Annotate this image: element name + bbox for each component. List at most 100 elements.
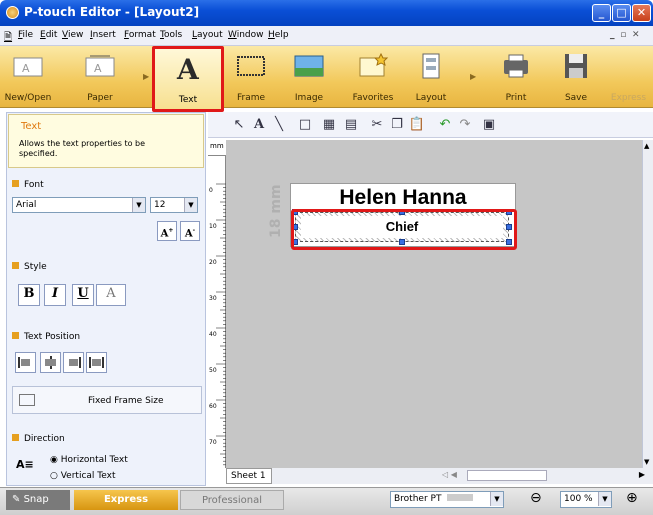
layout-label: Layout <box>415 93 447 103</box>
font-name-select[interactable]: Arial ▼ <box>12 197 146 213</box>
print-label: Print <box>505 93 527 103</box>
svg-text:A: A <box>176 53 200 85</box>
text-button-highlight[interactable]: A Text <box>152 46 224 112</box>
layout-icon <box>422 53 440 79</box>
align-right-icon[interactable] <box>63 352 84 373</box>
menu-format[interactable]: Format <box>124 30 156 40</box>
ruler-tick-label: 20 <box>209 259 217 266</box>
font-size-select[interactable]: 12 ▼ <box>150 197 198 213</box>
new-open-label: New/Open <box>4 93 52 103</box>
menu-view[interactable]: View <box>62 30 83 40</box>
redo-icon[interactable]: ↷ <box>456 116 474 134</box>
print-button[interactable]: Print <box>494 46 538 108</box>
menu-bar: 🗎 File Edit View Insert Format Tools Lay… <box>0 26 653 46</box>
new-open-button[interactable]: A New/Open <box>0 46 56 108</box>
professional-tab[interactable]: Professional <box>180 490 284 510</box>
underline-button[interactable]: U <box>72 284 94 306</box>
direction-icon: A≡ <box>16 458 34 471</box>
menu-window[interactable]: Window <box>228 30 264 40</box>
save-icon <box>565 54 587 78</box>
ruler-tick-label: 10 <box>209 223 217 230</box>
favorites-button[interactable]: Favorites <box>344 46 402 108</box>
horizontal-scrollbar[interactable]: ◁ ◀ ▶ <box>272 468 653 484</box>
paper-button[interactable]: A Paper <box>70 46 130 108</box>
maximize-button[interactable]: □ <box>612 4 631 22</box>
rectangle-tool-icon[interactable]: □ <box>296 116 314 134</box>
zoom-in-icon[interactable]: ⊕ <box>626 490 638 506</box>
text-tool-icon[interactable]: A <box>250 116 268 134</box>
scroll-right-icon[interactable]: ▶ <box>639 470 645 479</box>
sheet-tab[interactable]: Sheet 1 <box>226 468 272 484</box>
italic-button[interactable]: I <box>44 284 66 306</box>
print-icon <box>504 54 528 78</box>
mdi-controls[interactable]: _ ▫ ✕ <box>610 30 640 40</box>
arrow-icon: ▶ <box>143 72 150 81</box>
undo-icon[interactable]: ↶ <box>436 116 454 134</box>
vertical-ruler: 01020304050607080 <box>208 156 226 468</box>
printer-select[interactable]: Brother PT ▼ <box>390 491 504 508</box>
bold-button[interactable]: B <box>18 284 40 306</box>
new-open-icon: A <box>13 57 43 77</box>
ruler-tick-label: 40 <box>209 331 217 338</box>
text-label: Text <box>178 95 198 105</box>
layout-button[interactable]: Layout <box>408 46 454 108</box>
panel-header: Text Allows the text properties to be sp… <box>8 114 204 168</box>
ruler-tick-label: 0 <box>209 187 213 194</box>
express-tab[interactable]: Express <box>74 490 178 510</box>
menu-help[interactable]: Help <box>268 30 289 40</box>
menu-file[interactable]: File <box>18 30 33 40</box>
horizontal-radio[interactable]: ◉ Horizontal Text <box>50 455 128 465</box>
zoom-out-icon[interactable]: ⊖ <box>530 490 542 506</box>
frame-label: Frame <box>236 93 266 103</box>
app-icon <box>6 6 19 19</box>
arrange-icon[interactable]: ▤ <box>342 116 360 134</box>
scroll-down-icon[interactable]: ▼ <box>644 458 649 466</box>
cut-icon[interactable]: ✂ <box>368 116 386 134</box>
paste-icon[interactable]: 📋 <box>408 116 426 134</box>
snap-button[interactable]: ✎ Snap <box>6 490 70 510</box>
font-section-label: Font <box>12 180 44 190</box>
align-justify-icon[interactable] <box>86 352 107 373</box>
fixed-frame-size-button[interactable]: Fixed Frame Size <box>12 386 202 414</box>
select-arrow-icon[interactable]: ↖ <box>230 116 248 134</box>
arrow-icon: ▶ <box>470 72 477 81</box>
style-section-label: Style <box>12 262 47 272</box>
selection-highlight <box>291 209 517 250</box>
image-button[interactable]: Image <box>284 46 334 108</box>
express-mode-button[interactable]: Express <box>604 46 653 108</box>
copy-icon[interactable]: ❐ <box>388 116 406 134</box>
grow-font-button[interactable]: A+ <box>157 221 177 241</box>
save-button[interactable]: Save <box>554 46 598 108</box>
ruler-tick-label: 50 <box>209 367 217 374</box>
menu-insert[interactable]: Insert <box>90 30 116 40</box>
menu-edit[interactable]: Edit <box>40 30 57 40</box>
outline-button[interactable]: A <box>96 284 126 306</box>
shrink-font-button[interactable]: A- <box>180 221 200 241</box>
vertical-radio[interactable]: ○ Vertical Text <box>50 471 115 481</box>
ruler-tick-label: 70 <box>209 439 217 446</box>
frame-button[interactable]: Frame <box>226 46 276 108</box>
scroll-up-icon[interactable]: ▲ <box>644 142 649 150</box>
properties-icon[interactable]: ▣ <box>480 116 498 134</box>
doc-icon: 🗎 <box>4 32 13 43</box>
menu-layout[interactable]: Layout <box>192 30 223 40</box>
image-icon <box>294 55 324 77</box>
zoom-select[interactable]: 100 % ▼ <box>560 491 612 508</box>
sheet-nav-icon[interactable]: ◁ ◀ <box>442 470 457 479</box>
align-center-icon[interactable] <box>40 352 61 373</box>
favorites-label: Favorites <box>352 93 394 103</box>
save-label: Save <box>564 93 588 103</box>
ribbon-right: Frame Image Favorites Layout ▶ Print Sav… <box>226 46 653 108</box>
vertical-scrollbar[interactable]: ▲ ▼ <box>642 140 653 468</box>
table-tool-icon[interactable]: ▦ <box>320 116 338 134</box>
edit-toolbar: ↖ A ╲ □ ▦ ▤ ✂ ❐ 📋 ↶ ↷ ▣ <box>208 112 653 138</box>
align-left-icon[interactable] <box>15 352 36 373</box>
close-button[interactable]: ✕ <box>632 4 651 22</box>
name-text-object[interactable]: Helen Hanna <box>300 186 506 210</box>
menu-tools[interactable]: Tools <box>160 30 182 40</box>
scroll-thumb[interactable] <box>467 470 547 481</box>
favorites-icon <box>359 52 389 77</box>
line-tool-icon[interactable]: ╲ <box>270 116 288 134</box>
minimize-button[interactable]: _ <box>592 4 611 22</box>
panel-title: Text <box>21 121 42 132</box>
